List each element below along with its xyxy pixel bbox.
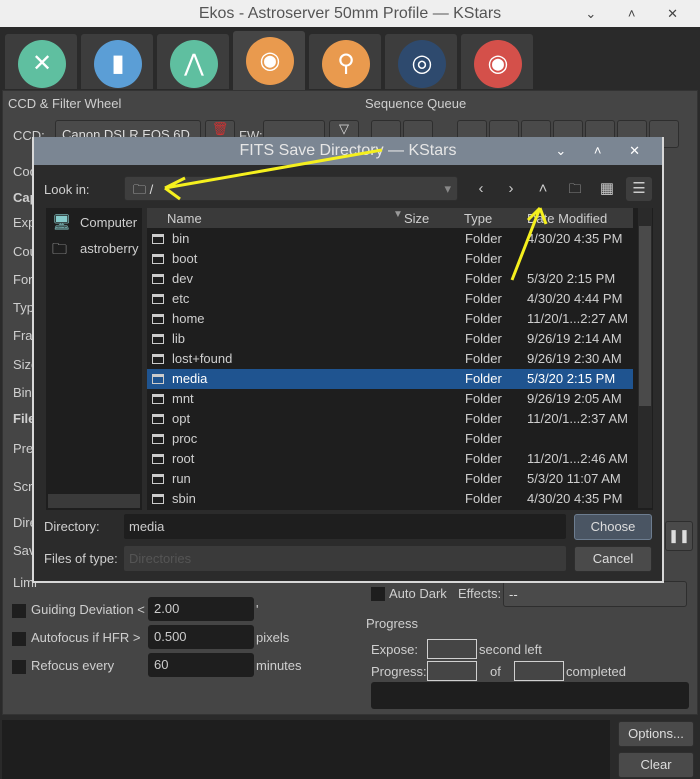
annotation-arrow	[510, 206, 548, 281]
annotation-arrow	[164, 148, 383, 201]
annotation-arrows	[164, 148, 548, 281]
